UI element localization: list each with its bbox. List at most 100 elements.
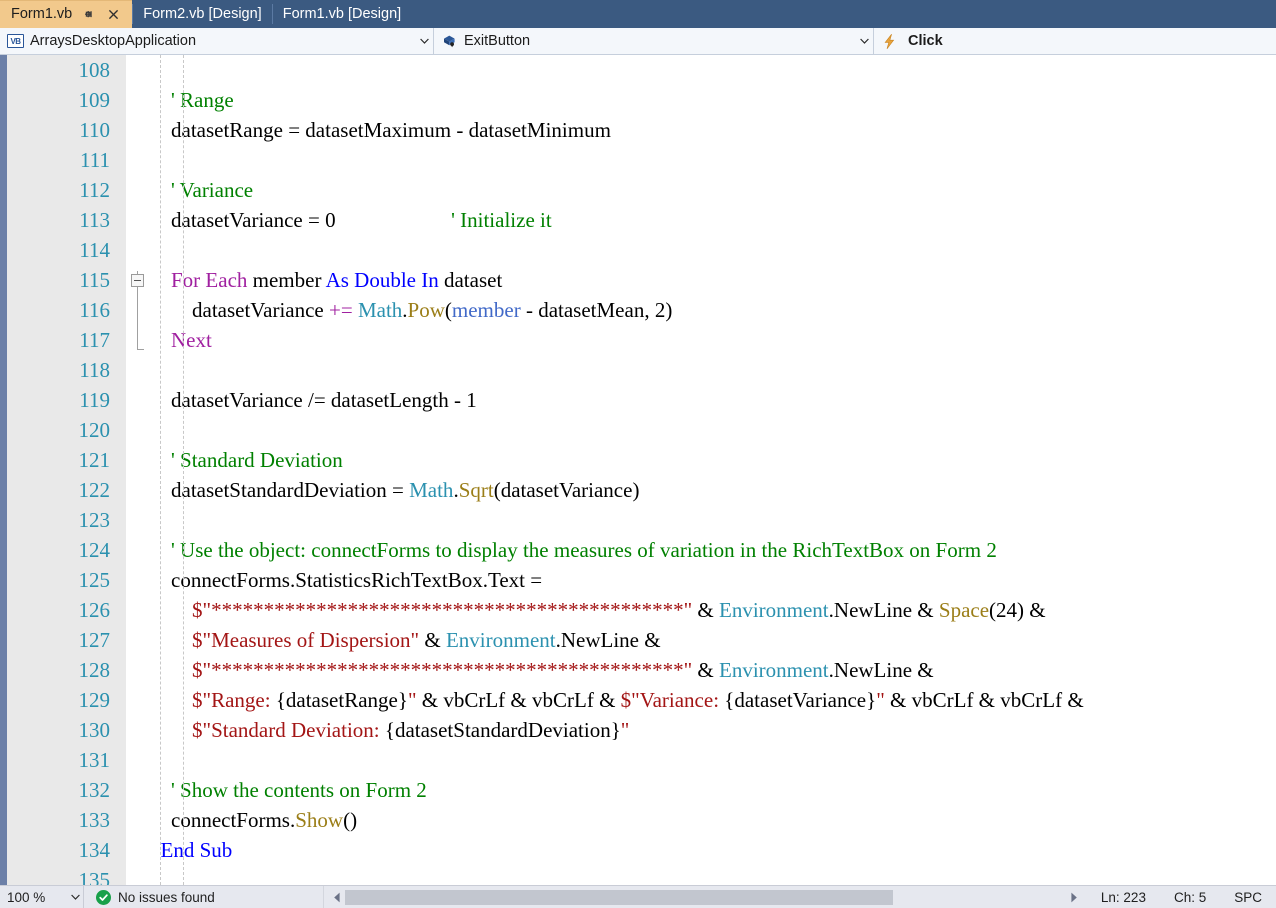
line-number: 131 [78, 748, 111, 772]
status-bar: 100 % No issues found Ln: 223 Ch: 5 SPC [0, 885, 1276, 908]
caret-status-cells: Ln: 223 Ch: 5 SPC [1087, 886, 1276, 908]
code-line[interactable]: End Sub [150, 835, 1276, 865]
code-line[interactable]: datasetVariance = 0 ' Initialize it [150, 205, 1276, 235]
code-token: Sqrt [458, 478, 494, 502]
code-line[interactable] [150, 55, 1276, 85]
code-token: As Double In [325, 268, 439, 292]
code-line[interactable]: datasetVariance += Math.Pow(member - dat… [150, 295, 1276, 325]
code-line[interactable]: $"Range: {datasetRange}" & vbCrLf & vbCr… [150, 685, 1276, 715]
member-dropdown[interactable]: ExitButton [434, 28, 874, 54]
tab-form1-vb[interactable]: Form1.vb [0, 0, 133, 28]
scrollbar-track[interactable] [345, 889, 1066, 905]
scrollbar-thumb[interactable] [345, 889, 893, 905]
code-token: $"Range: [192, 688, 276, 712]
code-line[interactable]: ' Use the object: connectForms to displa… [150, 535, 1276, 565]
code-token: $"**************************************… [192, 598, 693, 622]
code-token: connectForms.StatisticsRichTextBox.Text … [150, 568, 543, 592]
code-text-area[interactable]: ' Range datasetRange = datasetMaximum - … [150, 55, 1276, 885]
code-token: (datasetVariance) [493, 478, 640, 502]
code-token: End Sub [160, 838, 233, 862]
code-line[interactable]: datasetStandardDeviation = Math.Sqrt(dat… [150, 475, 1276, 505]
code-line[interactable]: $"**************************************… [150, 655, 1276, 685]
pin-icon[interactable] [79, 6, 97, 24]
insert-mode-indicator: SPC [1234, 889, 1262, 905]
code-token: " [407, 688, 417, 712]
code-line[interactable]: $"Measures of Dispersion" & Environment.… [150, 625, 1276, 655]
code-token: .NewLine & [828, 658, 934, 682]
event-dropdown-value: Click [908, 33, 943, 49]
scroll-right-icon[interactable] [1066, 892, 1083, 903]
code-token: ' Variance [171, 178, 254, 202]
code-token: $"Standard Deviation: [192, 718, 385, 742]
line-number: 122 [78, 478, 111, 502]
code-line[interactable] [150, 745, 1276, 775]
close-icon[interactable] [104, 6, 122, 24]
line-number: 121 [78, 448, 111, 472]
line-number: 116 [79, 298, 110, 322]
code-token: Math [357, 298, 403, 322]
code-line[interactable]: For Each member As Double In dataset [150, 265, 1276, 295]
code-line[interactable]: $"**************************************… [150, 595, 1276, 625]
tab-form1-vb-design[interactable]: Form1.vb [Design] [271, 0, 412, 28]
code-line[interactable]: ' Variance [150, 175, 1276, 205]
type-dropdown[interactable]: VB ArraysDesktopApplication [0, 28, 434, 54]
issues-status[interactable]: No issues found [84, 886, 324, 908]
horizontal-scrollbar[interactable] [324, 886, 1087, 908]
line-number: 120 [78, 418, 111, 442]
event-dropdown[interactable]: Click [874, 28, 1276, 54]
code-token: & [692, 598, 719, 622]
code-token: " [620, 718, 630, 742]
column-indicator: Ch: 5 [1173, 889, 1207, 905]
code-line[interactable] [150, 355, 1276, 385]
tab-form2-vb-design[interactable]: Form2.vb [Design] [132, 0, 272, 28]
code-token: () [343, 808, 358, 832]
code-line[interactable] [150, 145, 1276, 175]
code-line[interactable]: datasetRange = datasetMaximum - datasetM… [150, 115, 1276, 145]
code-line[interactable]: datasetVariance /= datasetLength - 1 [150, 385, 1276, 415]
member-dropdown-value: ExitButton [464, 33, 531, 49]
code-line[interactable]: ' Range [150, 85, 1276, 115]
code-line[interactable]: connectForms.StatisticsRichTextBox.Text … [150, 565, 1276, 595]
code-token: dataset [438, 268, 503, 292]
code-token: For Each [171, 268, 248, 292]
chevron-down-icon[interactable] [67, 894, 83, 900]
scroll-left-icon[interactable] [328, 892, 345, 903]
code-token: connectForms. [150, 808, 296, 832]
line-number: 119 [79, 388, 110, 412]
code-line[interactable]: ' Show the contents on Form 2 [150, 775, 1276, 805]
code-editor[interactable]: 108 109 110 111 112 113 114 115 116 117 118 119 120 1… [0, 55, 1276, 885]
line-number: 133 [78, 808, 111, 832]
code-token: .NewLine & [555, 628, 661, 652]
code-line[interactable] [150, 415, 1276, 445]
chevron-down-icon[interactable] [416, 38, 433, 44]
code-token: & vbCrLf & vbCrLf & [884, 688, 1084, 712]
line-number: 132 [78, 778, 111, 802]
line-number: 108 [78, 58, 111, 82]
document-tab-strip: Form1.vb Form2.vb [Design] Form1.vb [Des… [0, 0, 1276, 28]
line-number: 109 [78, 88, 111, 112]
code-line[interactable] [150, 235, 1276, 265]
outlining-fold-column[interactable] [126, 55, 150, 885]
zoom-level-control[interactable]: 100 % [0, 886, 84, 908]
code-line[interactable]: ' Standard Deviation [150, 445, 1276, 475]
line-number: 118 [79, 358, 110, 382]
collapse-region-toggle[interactable] [131, 274, 144, 287]
code-token: Space [938, 598, 990, 622]
line-number: 125 [78, 568, 111, 592]
line-number: 127 [78, 628, 111, 652]
code-line[interactable] [150, 505, 1276, 535]
check-circle-icon [96, 889, 111, 905]
chevron-down-icon[interactable] [856, 38, 873, 44]
line-number: 115 [79, 268, 110, 292]
code-line[interactable]: $"Standard Deviation: {datasetStandardDe… [150, 715, 1276, 745]
code-line[interactable] [150, 865, 1276, 885]
code-token: Show [295, 808, 344, 832]
code-token: datasetVariance [150, 298, 330, 322]
code-line[interactable]: Next [150, 325, 1276, 355]
code-line[interactable]: connectForms.Show() [150, 805, 1276, 835]
